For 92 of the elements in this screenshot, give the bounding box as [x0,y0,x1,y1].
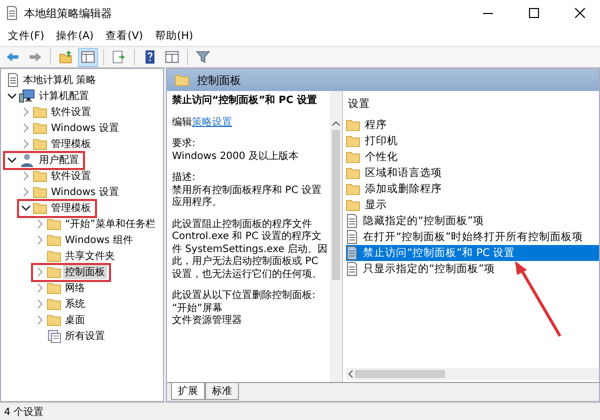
policy-icon [346,262,358,276]
setting-row[interactable]: 打印机 [346,133,599,149]
folder-icon [33,106,47,118]
tab[interactable]: 标准 [205,383,239,400]
folder-icon [346,183,360,195]
setting-row[interactable]: 程序 [346,117,599,133]
chevron-icon[interactable] [21,203,31,213]
setting-row[interactable]: 显示 [346,197,599,213]
folder-icon [33,202,47,214]
menu-item[interactable]: 操作(A) [50,27,100,45]
app-icon [6,6,18,20]
folder-icon [33,138,47,150]
setting-row[interactable]: 在打开“控制面板”时始终打开所有控制面板项 [346,229,599,245]
scroll-left-icon[interactable] [348,370,353,378]
folder-icon [346,119,360,131]
chevron-icon[interactable] [7,155,17,165]
tree-item[interactable]: 管理模板 [49,201,93,215]
console-tree-button[interactable] [78,48,98,66]
setting-row[interactable]: 隐藏指定的“控制面板”项 [346,213,599,229]
tree-item[interactable]: 控制面板 [63,265,107,279]
description-text: 文件资源管理器 [172,315,243,328]
filter-icon [195,49,211,65]
setting-row[interactable]: 添加或删除程序 [346,181,599,197]
setting-row[interactable]: 禁止访问“控制面板”和 PC 设置 [346,245,599,261]
close-icon [575,8,585,18]
user-icon [19,153,35,167]
policy-title: 禁止访问“控制面板”和 PC 设置 [172,95,318,108]
tree-item[interactable]: 用户配置 [37,153,81,167]
setting-row[interactable]: 区域和语言选项 [346,165,599,181]
description-text: “开始”屏幕 [172,302,224,314]
policy-settings-link[interactable]: 策略设置 [192,116,232,128]
panel-layout-icon [80,49,96,65]
menu-item[interactable]: 查看(V) [100,27,150,45]
tree-item[interactable]: 共享文件夹 [63,249,117,263]
export-icon [111,49,127,65]
description-text: 此设置从以下位置删除控制面板: [172,290,316,302]
settings-list-icon [47,329,61,343]
tree-item[interactable]: 桌面 [63,313,87,327]
scrollbar[interactable] [346,368,599,380]
folder-icon [47,298,61,310]
tree-item[interactable]: 本地计算机 策略 [21,73,98,87]
folder-icon [346,135,360,147]
panel-title: 控制面板 [197,72,241,88]
column-header: 设置 [347,97,371,112]
tree-item[interactable]: Windows 设置 [49,185,121,199]
folder-up-icon [58,49,74,65]
folder-icon [346,151,360,163]
status-text: 4 个设置 [0,402,600,420]
scrollbar[interactable] [330,91,342,382]
folder-icon [175,74,189,86]
menu-item[interactable]: 文件(F) [2,27,50,45]
tree-item[interactable]: 软件设置 [49,169,93,183]
tree-item[interactable]: 所有设置 [63,329,107,343]
folder-icon [346,167,360,179]
folder-icon [47,314,61,326]
tree-item[interactable]: 计算机配置 [37,89,91,103]
tree-item[interactable]: 网络 [63,281,87,295]
folder-icon [47,218,61,230]
description-text: 描述: [172,172,196,184]
edit-label: 编辑 [172,116,192,128]
tab[interactable]: 扩展 [171,383,205,400]
tree-item[interactable]: 系统 [63,297,87,311]
menu-item[interactable]: 帮助(H) [149,27,200,45]
chevron-icon[interactable] [7,91,17,101]
description-text: 此设置阻止控制面板的程序文件 Control.exe 和 PC 设置的程序文件 SystemSettings.exe 启动。因此，用户无法启动控制面板或 PC 设置，也无法运行它们的任何项。 [172,218,328,281]
tree-item[interactable]: 管理模板 [49,137,93,151]
folder-icon [33,186,47,198]
tree-item[interactable]: Windows 组件 [63,233,135,247]
maximize-icon [529,8,539,18]
tree-item[interactable]: 软件设置 [49,105,93,119]
setting-row[interactable]: 个性化 [346,149,599,165]
panel-layout-icon [164,49,180,65]
folder-icon [47,234,61,246]
window-title: 本地组策略编辑器 [24,6,113,20]
folder-icon [47,266,61,278]
folder-icon [33,122,47,134]
folder-icon [346,199,360,211]
setting-row[interactable]: 只显示指定的“控制面板”项 [346,261,599,277]
document-icon [7,73,19,87]
policy-icon [346,246,358,260]
folder-icon [47,250,61,262]
policy-icon [346,230,358,244]
description-text: Windows 2000 及以上版本 [172,150,300,163]
tree-item[interactable]: Windows 设置 [49,121,121,135]
folder-icon [33,170,47,182]
description-text: 禁用所有控制面板程序和 PC 设置应用程序。 [172,184,322,210]
policy-icon [346,214,358,228]
folder-icon [47,282,61,294]
tree-item[interactable]: “开始”菜单和任务栏 [63,217,158,231]
description-text: 要求: [172,138,196,150]
scroll-up-icon[interactable] [332,121,340,126]
computer-icon [19,89,35,103]
